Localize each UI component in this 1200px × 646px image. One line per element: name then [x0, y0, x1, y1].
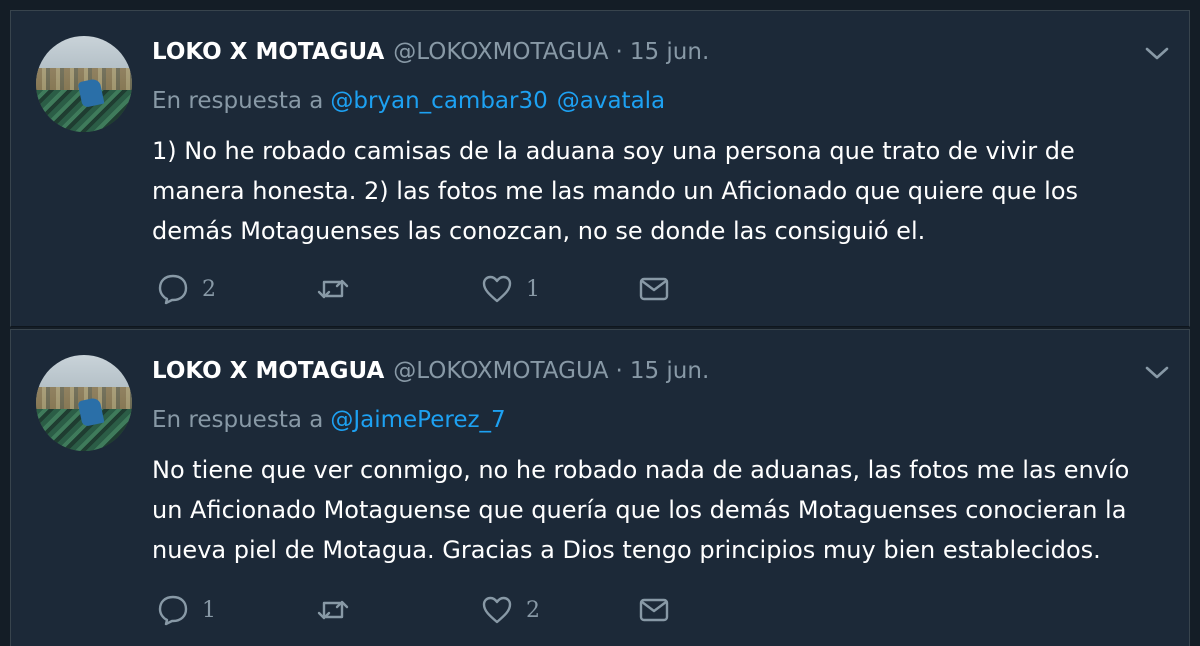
mention-link[interactable]: @avatala — [557, 88, 665, 114]
mention-link[interactable]: @bryan_cambar30 — [330, 88, 547, 114]
header-separator: · — [615, 358, 623, 384]
tweet-text: No tiene que ver conmigo, no he robado n… — [152, 456, 1130, 564]
envelope-icon — [639, 598, 669, 622]
like-count: 1 — [526, 276, 540, 302]
reply-context: En respuesta a @JaimePerez_7 — [152, 404, 506, 436]
retweet-button[interactable] — [316, 592, 362, 628]
tweet-actions: 2 1 — [152, 271, 712, 307]
timeline-feed: LOKO X MOTAGUA @LOKOXMOTAGUA · 15 jun. E… — [0, 0, 1200, 646]
tweet-card[interactable]: LOKO X MOTAGUA @LOKOXMOTAGUA · 15 jun. E… — [10, 329, 1190, 646]
reply-button[interactable]: 2 — [156, 271, 216, 307]
heart-icon — [482, 275, 512, 303]
direct-message-button[interactable] — [637, 271, 671, 307]
speech-bubble-icon — [158, 274, 188, 305]
header-separator: · — [615, 39, 623, 65]
chevron-down-icon[interactable] — [1143, 41, 1171, 65]
author-name[interactable]: LOKO X MOTAGUA — [152, 39, 384, 65]
retweet-arrows-icon — [317, 279, 349, 299]
envelope-icon — [639, 277, 669, 301]
reply-count: 2 — [202, 276, 216, 302]
avatar[interactable] — [36, 355, 132, 451]
reply-button[interactable]: 1 — [156, 592, 216, 628]
avatar[interactable] — [36, 36, 132, 132]
reply-count: 1 — [202, 597, 216, 623]
retweet-arrows-icon — [317, 600, 349, 620]
tweet-header: LOKO X MOTAGUA @LOKOXMOTAGUA · 15 jun. — [152, 36, 709, 68]
reply-prefix: En respuesta a — [152, 88, 324, 114]
reply-prefix: En respuesta a — [152, 407, 324, 433]
tweet-text: 1) No he robado camisas de la aduana soy… — [152, 137, 1079, 245]
tweet-actions: 1 2 — [152, 592, 712, 628]
author-handle[interactable]: @LOKOXMOTAGUA — [393, 39, 608, 65]
retweet-button[interactable] — [316, 271, 362, 307]
direct-message-button[interactable] — [637, 592, 671, 628]
chevron-down-icon[interactable] — [1143, 360, 1171, 384]
speech-bubble-icon — [158, 595, 188, 626]
like-button[interactable]: 1 — [480, 271, 540, 307]
like-button[interactable]: 2 — [480, 592, 540, 628]
tweet-header: LOKO X MOTAGUA @LOKOXMOTAGUA · 15 jun. — [152, 355, 709, 387]
author-name[interactable]: LOKO X MOTAGUA — [152, 358, 384, 384]
heart-icon — [482, 596, 512, 624]
author-handle[interactable]: @LOKOXMOTAGUA — [393, 358, 608, 384]
tweet-timestamp[interactable]: 15 jun. — [630, 39, 709, 65]
like-count: 2 — [526, 597, 540, 623]
tweet-card[interactable]: LOKO X MOTAGUA @LOKOXMOTAGUA · 15 jun. E… — [10, 10, 1190, 327]
reply-context: En respuesta a @bryan_cambar30 @avatala — [152, 85, 665, 117]
mention-link[interactable]: @JaimePerez_7 — [330, 407, 505, 433]
tweet-timestamp[interactable]: 15 jun. — [630, 358, 709, 384]
